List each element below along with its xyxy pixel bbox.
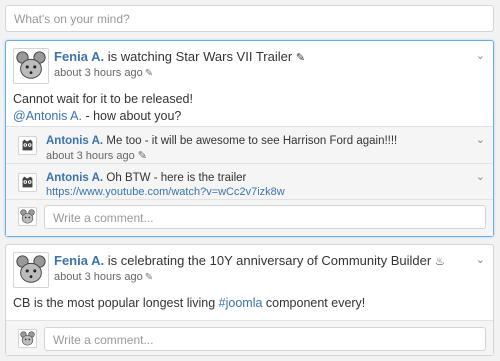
owl-avatar-icon xyxy=(19,137,36,154)
edit-icon[interactable]: ✎ xyxy=(145,68,153,79)
comment-placeholder: Write a comment... xyxy=(53,211,154,225)
comment: Antonis A. Me too - it will be awesome t… xyxy=(6,127,493,163)
post-body: CB is the most popular longest living #j… xyxy=(13,295,365,312)
chevron-down-icon[interactable]: ⌄ xyxy=(476,170,485,183)
cake-icon: ♨ xyxy=(434,256,445,268)
activity-post: Fenia A. is watching Star Wars VII Trail… xyxy=(5,40,494,237)
comment-composer: Write a comment... xyxy=(6,320,493,355)
comment-author[interactable]: Antonis A. xyxy=(46,135,103,147)
status-input[interactable]: What's on your mind? xyxy=(5,5,494,32)
mouse-avatar-icon xyxy=(20,209,35,224)
time-text: about 3 hours ago xyxy=(54,67,143,79)
edit-icon[interactable]: ✎ xyxy=(145,272,153,283)
post-timestamp: about 3 hours ago ✎ xyxy=(54,67,153,79)
mouse-avatar-icon xyxy=(16,255,46,283)
post-body: Cannot wait for it to be released! @Anto… xyxy=(13,91,193,125)
avatar[interactable] xyxy=(18,329,37,348)
post-text-rest: - how about you? xyxy=(81,109,182,123)
comment-placeholder: Write a comment... xyxy=(53,333,154,347)
comment: Antonis A. Oh BTW - here is the trailer … xyxy=(6,163,493,199)
comment-link-line: https://www.youtube.com/watch?v=wCc2v7iz… xyxy=(46,186,285,198)
avatar[interactable] xyxy=(13,252,49,288)
post-header: Fenia A. is celebrating the 10Y annivers… xyxy=(54,253,445,270)
mouse-avatar-icon xyxy=(20,331,35,346)
comment-author[interactable]: Antonis A. xyxy=(46,172,103,184)
post-timestamp: about 3 hours ago ✎ xyxy=(54,271,153,283)
avatar[interactable] xyxy=(13,48,49,84)
avatar[interactable] xyxy=(18,136,37,155)
post-action: is watching Star Wars VII Trailer xyxy=(107,49,293,64)
status-placeholder: What's on your mind? xyxy=(14,12,130,26)
comment-composer: Write a comment... xyxy=(6,199,493,236)
comment-text: Oh BTW - here is the trailer xyxy=(106,172,247,184)
post-text-rest: component every! xyxy=(262,296,366,310)
author-link[interactable]: Fenia A. xyxy=(54,253,104,268)
comment-time: about 3 hours ago xyxy=(46,150,135,162)
comment-line: Antonis A. Oh BTW - here is the trailer xyxy=(46,170,246,184)
comments-section: Antonis A. Me too - it will be awesome t… xyxy=(6,126,493,236)
film-icon: ✎ xyxy=(295,52,306,64)
comment-timestamp: about 3 hours ago ✎ xyxy=(46,149,147,162)
comment-text: Me too - it will be awesome to see Harri… xyxy=(106,135,398,147)
time-text: about 3 hours ago xyxy=(54,271,143,283)
mouse-avatar-icon xyxy=(16,51,46,79)
post-text: Cannot wait for it to be released! xyxy=(13,92,193,106)
mention-link[interactable]: @Antonis A. xyxy=(13,109,82,123)
avatar[interactable] xyxy=(18,207,37,226)
post-text: CB is the most popular longest living xyxy=(13,296,219,310)
post-action: is celebrating the 10Y anniversary of Co… xyxy=(107,253,432,268)
comment-input[interactable]: Write a comment... xyxy=(44,327,486,351)
chevron-down-icon[interactable]: ⌄ xyxy=(476,253,485,266)
chevron-down-icon[interactable]: ⌄ xyxy=(476,49,485,62)
chevron-down-icon[interactable]: ⌄ xyxy=(476,133,485,146)
activity-post: Fenia A. is celebrating the 10Y annivers… xyxy=(5,244,494,356)
avatar[interactable] xyxy=(18,173,37,192)
hashtag-link[interactable]: #joomla xyxy=(219,296,263,310)
comment-line: Antonis A. Me too - it will be awesome t… xyxy=(46,133,397,147)
owl-avatar-icon xyxy=(19,174,36,191)
author-link[interactable]: Fenia A. xyxy=(54,49,104,64)
youtube-link[interactable]: https://www.youtube.com/watch?v=wCc2v7iz… xyxy=(46,186,285,198)
edit-icon[interactable]: ✎ xyxy=(138,150,147,162)
post-header: Fenia A. is watching Star Wars VII Trail… xyxy=(54,49,305,66)
comment-input[interactable]: Write a comment... xyxy=(44,205,486,229)
